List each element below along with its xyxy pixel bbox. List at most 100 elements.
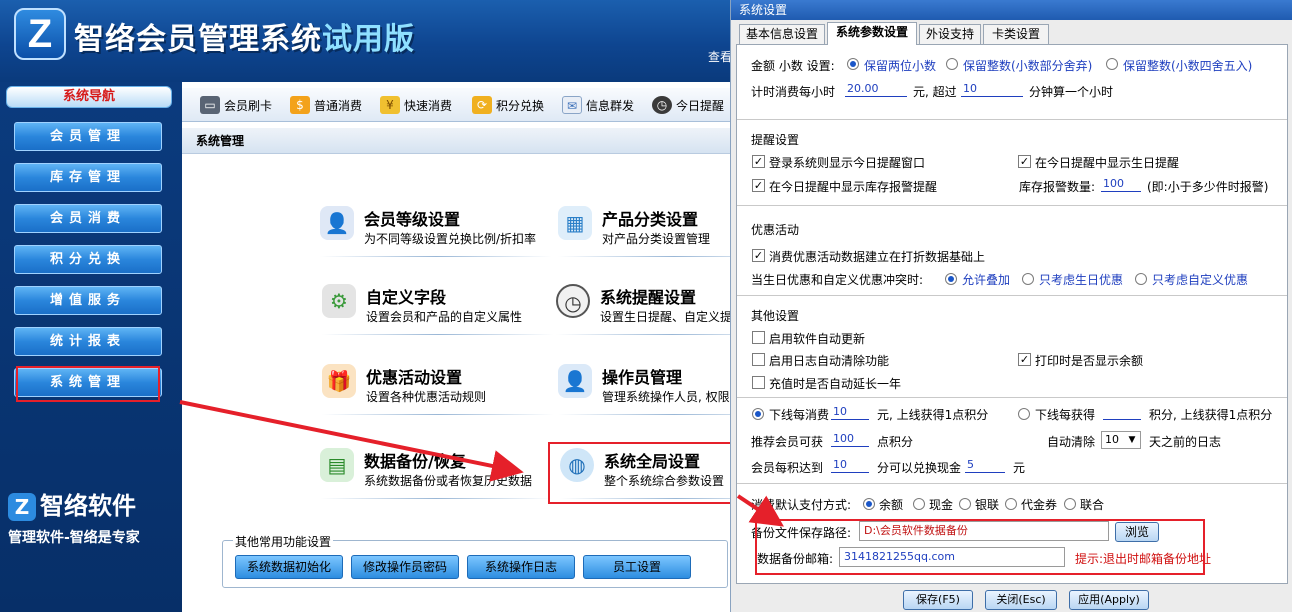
tab-basic-info[interactable]: 基本信息设置: [739, 24, 825, 44]
sidebar-item-consume[interactable]: 会员消费: [14, 204, 162, 233]
feature-product-category[interactable]: ▦ 产品分类设置 对产品分类设置管理: [558, 204, 735, 260]
close-button[interactable]: 关闭(Esc): [985, 590, 1057, 610]
chk-promo-on-discount[interactable]: ✓: [752, 249, 765, 262]
toolbar-points-exchange[interactable]: ⟳ 积分兑换: [472, 94, 544, 116]
radio-pay-cash[interactable]: [913, 498, 925, 510]
radio-pay-combined[interactable]: [1064, 498, 1076, 510]
accum-points-input[interactable]: 10: [831, 458, 869, 473]
radio-pay-unionpay[interactable]: [959, 498, 971, 510]
change-password-button[interactable]: 修改操作员密码: [351, 555, 459, 579]
radio-integer-round-label: 保留整数(小数四舍五入): [1123, 59, 1253, 73]
stock-alarm-input[interactable]: 100: [1101, 177, 1141, 192]
save-button[interactable]: 保存(F5): [903, 590, 973, 610]
radio-custom-only[interactable]: [1135, 273, 1147, 285]
other-functions-title: 其他常用功能设置: [233, 533, 334, 550]
backup-settings-highlight: [755, 519, 1205, 575]
points-b-prefix: 下线每获得: [1035, 408, 1096, 422]
points-b-input[interactable]: [1103, 405, 1141, 420]
exchange-icon: ⟳: [472, 96, 492, 114]
chk-print-balance-label: 打印时是否显示余额: [1035, 354, 1144, 368]
brand-slogan: 管理软件-智络是专家: [8, 530, 140, 546]
chevron-down-icon: ▼: [1128, 435, 1136, 445]
radio-pay-combined-label: 联合: [1080, 498, 1105, 512]
apply-button[interactable]: 应用(Apply): [1069, 590, 1149, 610]
app-banner: Z 智络会员管理系统试用版 查看: [0, 0, 735, 82]
chk-login-reminder[interactable]: ✓: [752, 155, 765, 168]
accum-mid: 分可以兑换现金: [877, 461, 962, 475]
clock-icon: ◷: [556, 284, 590, 318]
feature-member-level[interactable]: 👤 会员等级设置 为不同等级设置兑换比例/折扣率: [320, 204, 556, 260]
toolbar-today-reminder[interactable]: ◷ 今日提醒: [652, 94, 724, 116]
timing-minutes-input[interactable]: 10: [961, 82, 1023, 97]
radio-pay-cash-label: 现金: [929, 498, 954, 512]
chk-stock-reminder[interactable]: ✓: [752, 179, 765, 192]
tab-system-params[interactable]: 系统参数设置: [827, 22, 917, 45]
stock-alarm-label: 库存报警数量:: [1019, 180, 1096, 194]
money-bag-icon: $: [290, 96, 310, 114]
staff-settings-button[interactable]: 员工设置: [583, 555, 691, 579]
feature-promo-settings[interactable]: 🎁 优惠活动设置 设置各种优惠活动规则: [322, 362, 558, 418]
toolbar-mass-message[interactable]: ✉ 信息群发: [562, 94, 634, 116]
feature-data-backup[interactable]: ▤ 数据备份/恢复 系统数据备份或者恢复历史数据: [320, 446, 556, 502]
chk-recharge-extend[interactable]: [752, 376, 765, 389]
feature-system-reminder[interactable]: ◷ 系统提醒设置 设置生日提醒、自定义提: [556, 282, 735, 338]
radio-integer-truncate-label: 保留整数(小数部分舍弃): [963, 59, 1093, 73]
operation-log-button[interactable]: 系统操作日志: [467, 555, 575, 579]
sidebar-item-stock[interactable]: 库存管理: [14, 163, 162, 192]
chk-birthday-reminder[interactable]: ✓: [1018, 155, 1031, 168]
recommend-points-input[interactable]: 100: [831, 432, 869, 447]
sidebar-item-valueadd[interactable]: 增值服务: [14, 286, 162, 315]
radio-points-by-spend[interactable]: [752, 408, 764, 420]
radio-integer-round[interactable]: [1106, 58, 1118, 70]
autoclean-prefix: 自动清除: [1047, 435, 1096, 449]
pay-method-label: 消费默认支付方式:: [751, 498, 852, 512]
gift-icon: 🎁: [322, 364, 356, 398]
tab-card-types[interactable]: 卡类设置: [983, 24, 1049, 44]
toolbar-card-swipe[interactable]: ▭ 会员刷卡: [200, 94, 272, 116]
sidebar-item-points[interactable]: 积分兑换: [14, 245, 162, 274]
chk-auto-clear-log[interactable]: [752, 353, 765, 366]
autoclean-days-select[interactable]: 10 ▼: [1101, 431, 1141, 449]
radio-birthday-only[interactable]: [1022, 273, 1034, 285]
app-title-trial: 试用版: [322, 22, 415, 57]
radio-pay-voucher[interactable]: [1005, 498, 1017, 510]
accum-cash-input[interactable]: 5: [965, 458, 1005, 473]
feature-operator-manage[interactable]: 👤 操作员管理 管理系统操作人员, 权限分: [558, 362, 735, 418]
chk-login-reminder-label: 登录系统则显示今日提醒窗口: [769, 156, 926, 170]
radio-allow-stack[interactable]: [945, 273, 957, 285]
chk-auto-update-label: 启用软件自动更新: [769, 332, 866, 346]
timing-suffix: 分钟算一个小时: [1029, 85, 1114, 99]
radio-pay-balance[interactable]: [863, 498, 875, 510]
promo-conflict-label: 当生日优惠和自定义优惠冲突时:: [751, 273, 924, 287]
promo-group-title: 优惠活动: [751, 223, 800, 237]
accum-suffix: 元: [1013, 461, 1026, 475]
chk-print-balance[interactable]: ✓: [1018, 353, 1031, 366]
banner-view-link[interactable]: 查看: [708, 48, 732, 65]
timing-price-input[interactable]: 20.00: [845, 82, 907, 97]
tab-panel: 金额 小数 设置: 保留两位小数 保留整数(小数部分舍弃) 保留整数(小数四舍五…: [736, 44, 1288, 584]
gear-download-icon: ⚙: [322, 284, 356, 318]
chk-stock-reminder-label: 在今日提醒中显示库存报警提醒: [769, 180, 938, 194]
radio-two-decimals[interactable]: [847, 58, 859, 70]
timing-prefix: 计时消费每小时: [751, 85, 836, 99]
backup-icon: ▤: [320, 448, 354, 482]
radio-points-by-points[interactable]: [1018, 408, 1030, 420]
tab-peripherals[interactable]: 外设支持: [919, 24, 981, 44]
toolbar-quick-consume[interactable]: ¥ 快速消费: [380, 94, 452, 116]
app-title-main: 智络会员管理系统: [74, 22, 322, 57]
sidebar-item-reports[interactable]: 统计报表: [14, 327, 162, 356]
app-logo-icon: Z: [14, 8, 66, 60]
data-init-button[interactable]: 系统数据初始化: [235, 555, 343, 579]
chk-auto-update[interactable]: [752, 331, 765, 344]
points-a-input[interactable]: 10: [831, 405, 869, 420]
clock-icon: ◷: [652, 96, 672, 114]
global-settings-highlight: [548, 442, 734, 504]
radio-integer-truncate[interactable]: [946, 58, 958, 70]
envelope-icon: ✉: [562, 96, 582, 114]
chk-promo-on-discount-label: 消费优惠活动数据建立在打折数据基础上: [769, 250, 986, 264]
toolbar-normal-consume[interactable]: $ 普通消费: [290, 94, 362, 116]
toolbar: ▭ 会员刷卡 $ 普通消费 ¥ 快速消费 ⟳ 积分兑换 ✉ 信息群发 ◷ 今日提醒: [182, 88, 735, 122]
feature-custom-fields[interactable]: ⚙ 自定义字段 设置会员和产品的自定义属性: [322, 282, 558, 338]
brand-logo-icon: Z: [8, 493, 36, 521]
sidebar-item-member[interactable]: 会员管理: [14, 122, 162, 151]
